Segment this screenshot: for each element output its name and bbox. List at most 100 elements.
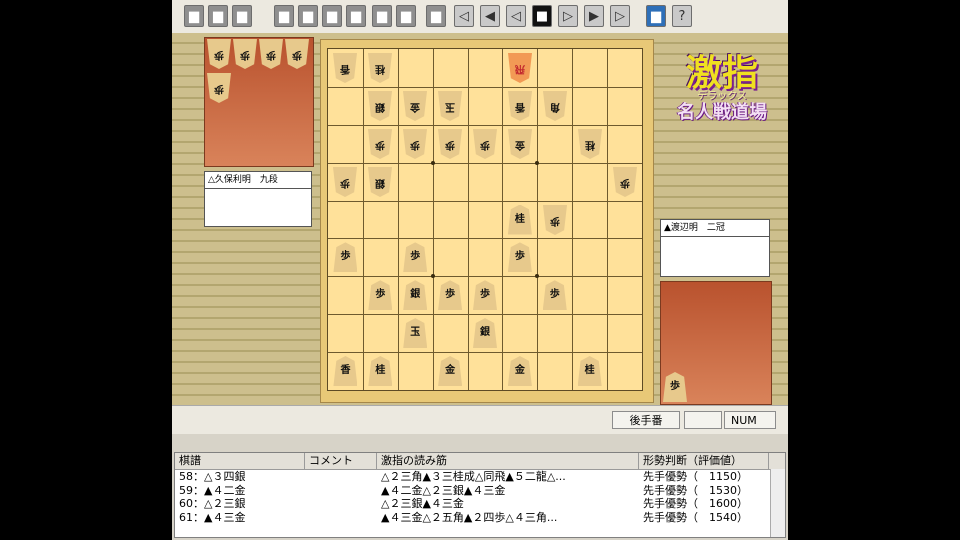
status-bar: 後手番 NUM [172, 405, 788, 434]
sente-piece-stand[interactable]: 歩 [660, 281, 772, 405]
app-logo: 激指 デラックス 名人戦道場 [662, 53, 782, 143]
header-kifu[interactable]: 棋譜 [175, 453, 305, 469]
step-forward-icon[interactable]: ▶ [584, 5, 604, 27]
kifu-comment [305, 470, 377, 484]
stop-icon[interactable]: ■ [532, 5, 552, 27]
kifu-move: 58：△３四銀 [179, 470, 246, 483]
kifu-row[interactable]: 58：△３四銀 △２三角▲３三桂成△同飛▲５二龍△... 先手優勢（ 1150） [175, 470, 785, 484]
gote-piece[interactable]: 桂 [368, 53, 392, 83]
grid-line [362, 49, 364, 390]
forward-icon[interactable]: ▷ [558, 5, 578, 27]
sente-hand-piece[interactable]: 歩 [663, 372, 687, 402]
gote-hand-piece[interactable]: 歩 [207, 73, 231, 103]
kifu-move: 59：▲４二金 [179, 483, 246, 497]
star-point [535, 274, 540, 279]
kifu-comment [305, 511, 377, 525]
kifu-row[interactable]: 59：▲４二金 ▲４二金△２三銀▲４三金 先手優勢（ 1530） [175, 484, 785, 498]
sente-piece[interactable]: 歩 [473, 280, 497, 311]
grid-line [328, 238, 642, 240]
kifu-move: 60：△２三銀 [179, 497, 246, 510]
sente-piece[interactable]: 銀 [473, 318, 497, 349]
gote-hand-piece[interactable]: 歩 [207, 39, 231, 69]
kifu-row[interactable]: 61：▲４三金 ▲４三金△２五角▲２四歩△４三角... 先手優勢（ 1540） [175, 511, 785, 525]
gote-piece[interactable]: 銀 [368, 167, 392, 197]
save-icon[interactable]: ▆ [232, 5, 252, 27]
kifu-evaluation: 先手優勢（ 1150） [643, 470, 748, 483]
gote-piece[interactable]: 歩 [613, 167, 637, 197]
sente-piece[interactable]: 玉 [403, 318, 428, 349]
help-icon[interactable]: ? [672, 5, 692, 27]
gote-piece-stand[interactable]: 歩歩歩歩歩 [204, 37, 314, 167]
gote-piece[interactable]: 角 [543, 91, 567, 121]
display-icon[interactable]: ▆ [646, 5, 666, 27]
grid-line [572, 49, 574, 390]
think-icon[interactable]: ▆ [396, 5, 416, 27]
gote-piece[interactable]: 歩 [438, 129, 462, 159]
gote-piece[interactable]: 金 [508, 129, 532, 159]
gote-piece[interactable]: 歩 [368, 129, 392, 159]
sente-piece[interactable]: 桂 [507, 204, 532, 235]
board-grid[interactable]: 香桂飛銀金玉香角歩歩歩歩金桂歩銀歩桂歩歩歩歩歩銀歩歩歩玉銀香桂金金桂 [327, 48, 643, 391]
kifu-row[interactable]: 60：△２三銀 △２三銀▲４三金 先手優勢（ 1600） [175, 497, 785, 511]
back-icon[interactable]: ◁ [506, 5, 526, 27]
grid-line [607, 49, 609, 390]
app-window: ▆ ▆ ▆ ▆ ▆ ▆ ▆ ▆ ▆ ▆ ◁ ◀ ◁ ■ ▷ ▶ ▷ ▆? 歩歩歩歩歩 △久保利明 九段 香桂飛銀金… [172, 0, 788, 540]
gote-piece[interactable]: 歩 [543, 205, 567, 235]
gote-piece[interactable]: 銀 [368, 91, 392, 121]
paste-icon[interactable]: ▆ [298, 5, 318, 27]
turn-indicator: 後手番 [612, 411, 680, 429]
print-icon[interactable]: ▆ [322, 5, 342, 27]
kifu-scrollbar[interactable] [770, 469, 785, 537]
gote-hand-piece[interactable]: 歩 [233, 39, 257, 69]
kifu-reading-line: △２三角▲３三桂成△同飛▲５二龍△... [381, 470, 566, 483]
new-icon[interactable]: ▆ [184, 5, 204, 27]
logo-subtitle: デラックス [697, 91, 747, 102]
setup-icon[interactable]: ▆ [372, 5, 392, 27]
grid-line [328, 124, 642, 126]
gote-piece[interactable]: 桂 [578, 129, 602, 159]
sente-piece[interactable]: 桂 [368, 356, 393, 387]
sente-piece[interactable]: 歩 [368, 280, 393, 311]
sente-piece[interactable]: 歩 [507, 242, 532, 273]
kifu-reading-line: ▲４二金△２三銀▲４三金 [381, 483, 506, 497]
forward-end-icon[interactable]: ▷ [610, 5, 630, 27]
sente-piece[interactable]: 歩 [438, 280, 463, 311]
grid-line [432, 49, 434, 390]
kifu-rows: 58：△３四銀 △２三角▲３三桂成△同飛▲５二龍△... 先手優勢（ 1150） 59… [175, 470, 785, 524]
gote-piece[interactable]: 飛 [508, 53, 532, 83]
sente-piece[interactable]: 歩 [333, 242, 358, 273]
sente-piece[interactable]: 金 [438, 356, 463, 387]
grid-line [328, 352, 642, 354]
sente-piece[interactable]: 香 [333, 356, 358, 387]
gote-player-box: △久保利明 九段 [204, 171, 312, 227]
gote-piece[interactable]: 香 [333, 53, 357, 83]
step-back-icon[interactable]: ◀ [480, 5, 500, 27]
sente-piece[interactable]: 歩 [542, 280, 567, 311]
kifu-comment [305, 484, 377, 498]
kifu-reading-line: △２三銀▲４三金 [381, 497, 464, 510]
gote-piece[interactable]: 歩 [403, 129, 427, 159]
gote-piece[interactable]: 玉 [438, 91, 462, 121]
header-comment[interactable]: コメント [305, 453, 377, 469]
header-evaluation[interactable]: 形勢判断（評価値） [639, 453, 769, 469]
gote-piece[interactable]: 金 [403, 91, 427, 121]
edit-icon[interactable]: ▆ [346, 5, 366, 27]
gote-piece[interactable]: 香 [508, 91, 532, 121]
rewind-start-icon[interactable]: ◁ [454, 5, 474, 27]
hint-icon[interactable]: ▆ [426, 5, 446, 27]
gote-piece[interactable]: 歩 [473, 129, 497, 159]
header-reading[interactable]: 激指の読み筋 [377, 453, 639, 469]
sente-piece[interactable]: 金 [507, 356, 532, 387]
gote-hand-piece[interactable]: 歩 [259, 39, 283, 69]
gote-piece[interactable]: 歩 [333, 167, 357, 197]
sente-piece[interactable]: 桂 [577, 356, 602, 387]
shogi-board[interactable]: 香桂飛銀金玉香角歩歩歩歩金桂歩銀歩桂歩歩歩歩歩銀歩歩歩玉銀香桂金金桂 [320, 39, 654, 403]
sente-piece[interactable]: 銀 [403, 280, 428, 311]
sente-piece[interactable]: 歩 [403, 242, 428, 273]
open-icon[interactable]: ▆ [208, 5, 228, 27]
num-lock-indicator: NUM [724, 411, 776, 429]
logo-tagline: 名人戦道場 [677, 102, 767, 123]
grid-line [328, 276, 642, 278]
copy-icon[interactable]: ▆ [274, 5, 294, 27]
gote-hand-piece[interactable]: 歩 [285, 39, 309, 69]
